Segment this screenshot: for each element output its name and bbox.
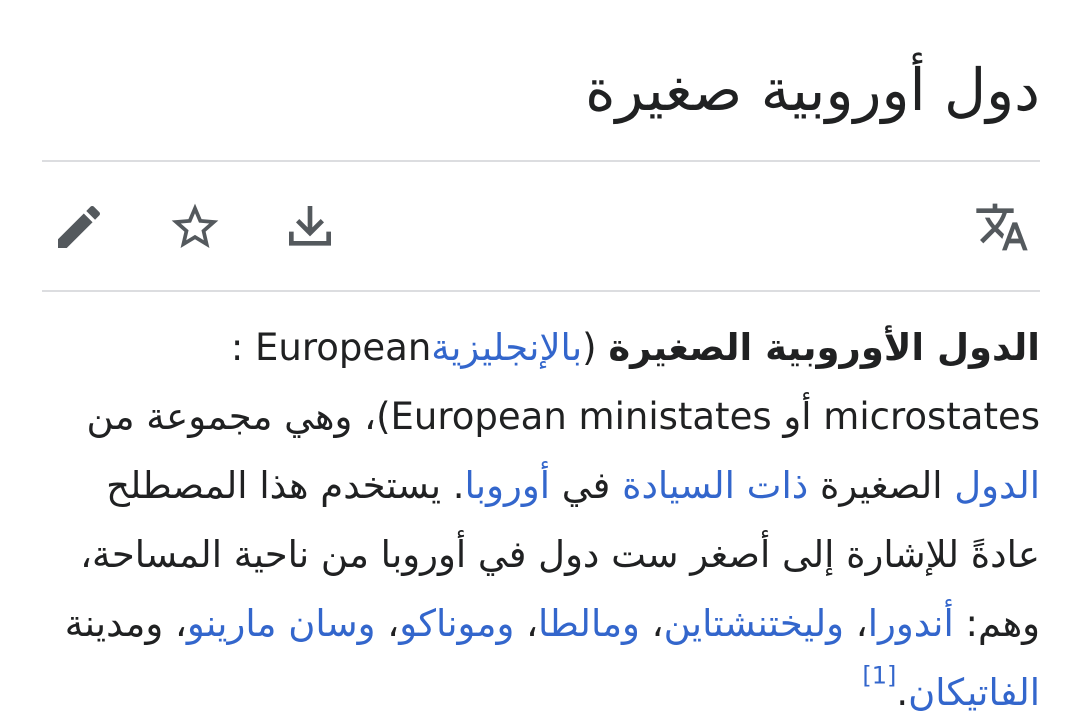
article-body: الدول الأوروبية الصغيرة (بالإنجليزية: Eu… [46, 313, 1040, 727]
page-title: دول أوروبية صغيرة [585, 56, 1040, 124]
link-san-marino[interactable]: وسان مارينو [187, 602, 376, 645]
text-fragment: )، وهي مجموعة من [86, 395, 391, 438]
link-sovereign[interactable]: ذات السيادة [622, 464, 808, 507]
text-fragment: ، [844, 602, 868, 645]
toolbar-divider [42, 290, 1040, 292]
link-monaco[interactable]: وموناكو [399, 602, 514, 645]
text-fragment: الصغيرة [808, 464, 955, 507]
star-icon [171, 203, 219, 248]
link-vatican[interactable]: الفاتيكان [908, 671, 1040, 714]
text-fragment: ، [639, 602, 664, 645]
link-liechtenstein[interactable]: وليختنشتاين [664, 602, 844, 645]
link-english[interactable]: بالإنجليزية [431, 326, 582, 369]
download-icon [289, 206, 331, 246]
title-divider [42, 160, 1040, 162]
translate-icon [976, 203, 1028, 251]
text-fragment: . [896, 671, 909, 714]
link-malta[interactable]: ومالطا [538, 602, 640, 645]
lead-paragraph: الدول الأوروبية الصغيرة (بالإنجليزية: Eu… [46, 313, 1040, 727]
text-fragment: ، ومدينة [64, 602, 187, 645]
language-button[interactable] [972, 197, 1032, 257]
bold-term: الدول الأوروبية الصغيرة [608, 326, 1040, 369]
link-states[interactable]: الدول [954, 464, 1040, 507]
text-fragment: ، [375, 602, 400, 645]
link-europe[interactable]: أوروبا [465, 464, 550, 507]
text-fragment: في [550, 464, 623, 507]
edit-button[interactable] [49, 197, 109, 257]
text-fragment: ( [582, 326, 609, 369]
link-andorra[interactable]: أندورا [868, 602, 954, 645]
english-name-2: European ministates [390, 395, 772, 438]
text-fragment: أو [771, 395, 824, 438]
reference-link[interactable]: [1] [862, 661, 896, 689]
watch-button[interactable] [165, 197, 225, 257]
text-fragment: ، [514, 602, 539, 645]
article-page: دول أوروبية صغيرة الدول الأوروبية الصغير… [0, 0, 1080, 714]
download-button[interactable] [280, 197, 340, 257]
pencil-icon [58, 205, 101, 248]
